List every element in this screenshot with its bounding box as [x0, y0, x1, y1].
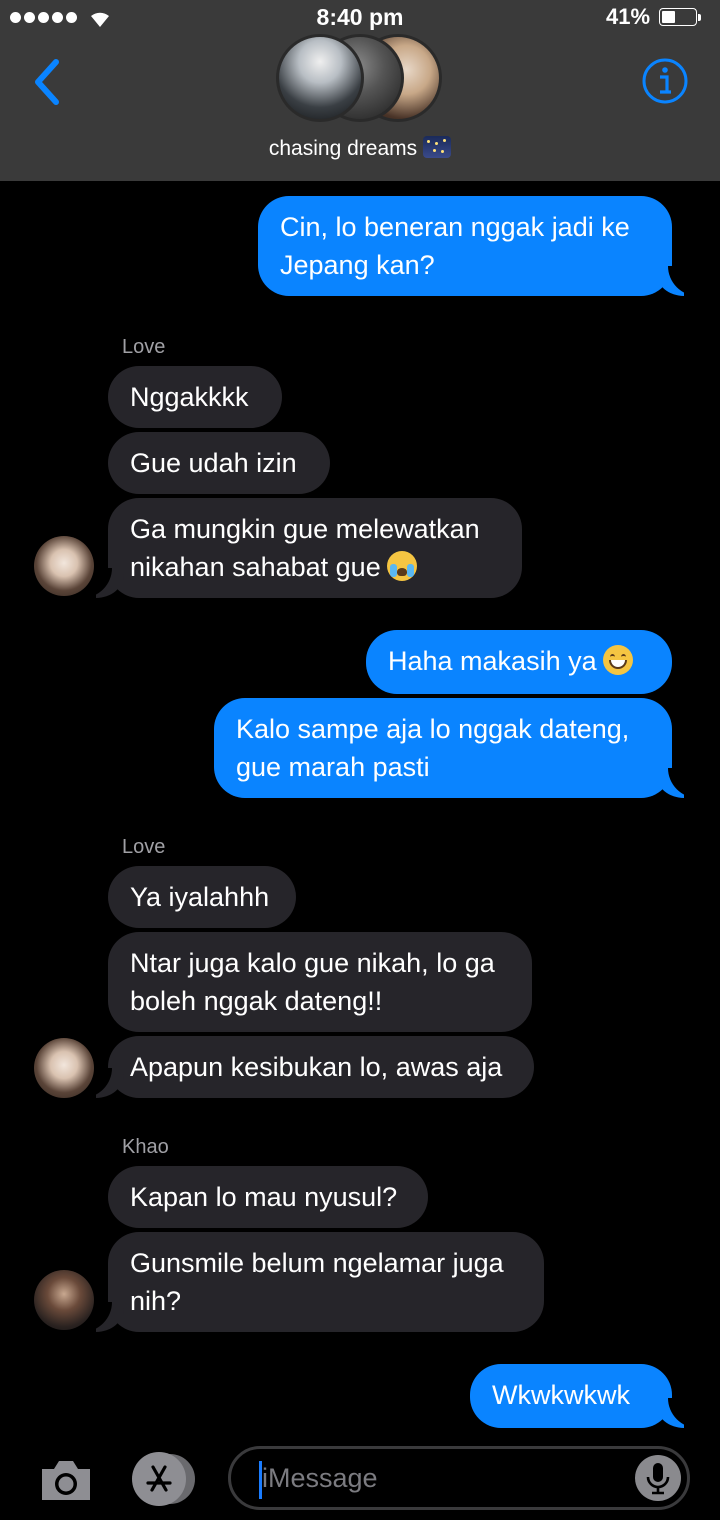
group-title[interactable]: chasing dreams: [0, 136, 720, 161]
outgoing-message[interactable]: Cin, lo beneran nggak jadi ke Jepang kan…: [258, 196, 672, 296]
bubble-tail: [656, 768, 698, 798]
battery-percent: 41%: [606, 4, 651, 29]
message-text: Kapan lo mau nyusul?: [130, 1182, 398, 1212]
sender-name: Love: [122, 336, 166, 358]
battery-icon: [659, 8, 703, 28]
microphone-button[interactable]: [635, 1455, 681, 1501]
outgoing-message[interactable]: Kalo sampe aja lo nggak dateng, gue mara…: [214, 698, 672, 798]
message-text: Kalo sampe aja lo nggak dateng, gue mara…: [236, 714, 630, 782]
input-placeholder: iMessage: [262, 1463, 378, 1493]
app-store-icon[interactable]: [130, 1452, 196, 1506]
bubble-tail: [82, 568, 124, 598]
loudly-crying-face-icon: [386, 551, 417, 581]
group-member-avatar: [276, 34, 364, 122]
message-text: Haha makasih ya: [388, 646, 597, 676]
incoming-message[interactable]: Apapun kesibukan lo, awas aja: [108, 1036, 534, 1098]
message-text: Gunsmile belum ngelamar juga nih?: [130, 1248, 504, 1316]
info-icon[interactable]: [641, 57, 689, 105]
group-name-text: chasing dreams: [268, 137, 418, 160]
incoming-message[interactable]: Ntar juga kalo gue nikah, lo ga boleh ng…: [108, 932, 532, 1032]
incoming-message[interactable]: Kapan lo mau nyusul?: [108, 1166, 428, 1228]
sender-name: Khao: [122, 1136, 169, 1158]
message-text: Nggakkkk: [130, 382, 249, 412]
outgoing-message[interactable]: Haha makasih ya: [366, 630, 672, 694]
contact-avatar[interactable]: [34, 536, 94, 596]
incoming-message[interactable]: Ga mungkin gue melewatkan nikahan sahaba…: [108, 498, 522, 598]
message-text: Ya iyalahhh: [130, 882, 270, 912]
grinning-face-icon: [602, 645, 633, 675]
sender-name: Love: [122, 836, 166, 858]
incoming-message[interactable]: Ya iyalahhh: [108, 866, 296, 928]
message-text: Gue udah izin: [130, 448, 297, 478]
imessage-input[interactable]: iMessage: [228, 1446, 690, 1510]
message-text: Ntar juga kalo gue nikah, lo ga boleh ng…: [130, 948, 495, 1016]
bubble-tail: [656, 1398, 698, 1428]
contact-avatar[interactable]: [34, 1270, 94, 1330]
microphone-icon: [646, 1463, 670, 1495]
group-avatar-stack[interactable]: [274, 34, 446, 124]
message-text: Wkwkwkwk: [492, 1380, 630, 1410]
bubble-tail: [82, 1068, 124, 1098]
incoming-message[interactable]: Gue udah izin: [108, 432, 330, 494]
message-text: Apapun kesibukan lo, awas aja: [130, 1052, 503, 1082]
bubble-tail: [656, 266, 698, 296]
incoming-message[interactable]: Nggakkkk: [108, 366, 282, 428]
night-with-stars-icon: [423, 136, 452, 158]
contact-avatar[interactable]: [34, 1038, 94, 1098]
bubble-tail: [82, 1302, 124, 1332]
outgoing-message[interactable]: Wkwkwkwk: [470, 1364, 672, 1428]
camera-icon[interactable]: [38, 1457, 94, 1503]
incoming-message[interactable]: Gunsmile belum ngelamar juga nih?: [108, 1232, 544, 1332]
back-chevron-icon[interactable]: [28, 56, 68, 108]
message-text: Ga mungkin gue melewatkan nikahan sahaba…: [130, 514, 480, 582]
message-text: Cin, lo beneran nggak jadi ke Jepang kan…: [280, 212, 630, 280]
status-bar: 8:40 pm 41%: [0, 0, 720, 36]
